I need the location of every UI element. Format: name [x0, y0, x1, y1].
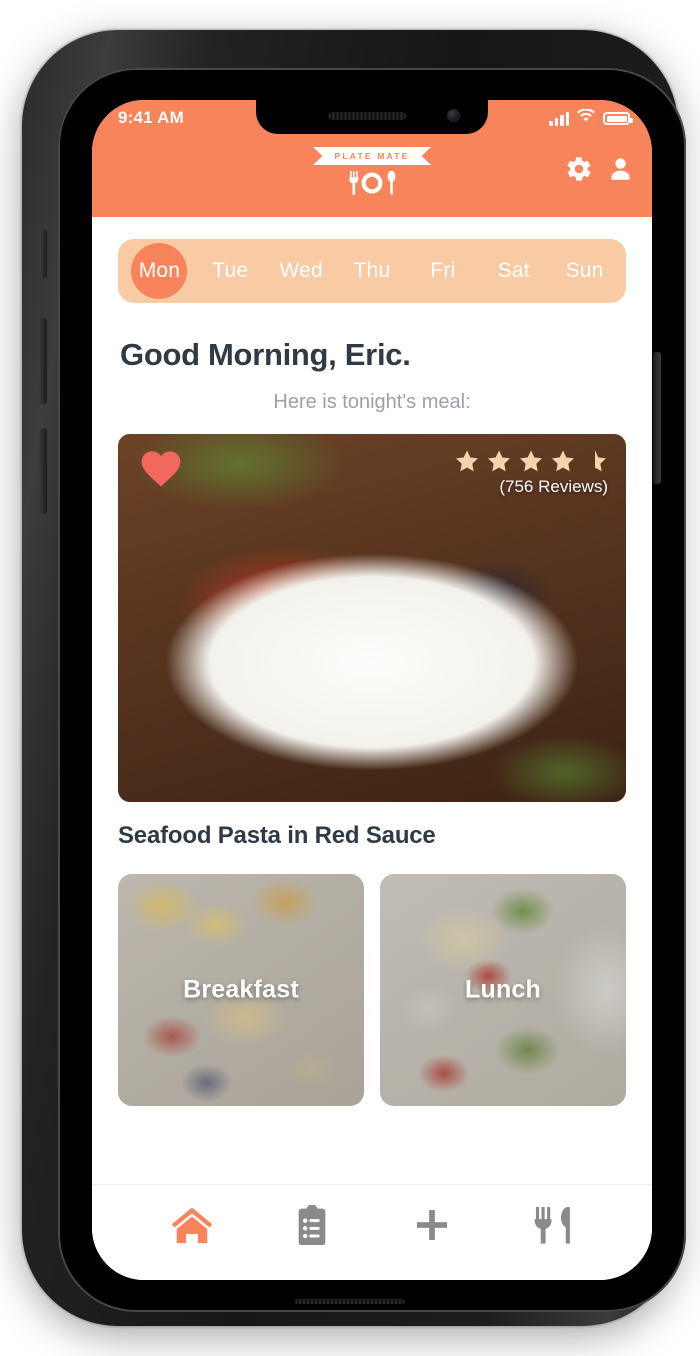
fork-plate-spoon-icon — [313, 169, 431, 197]
nav-meals-button[interactable] — [524, 1201, 580, 1249]
clipboard-list-icon — [295, 1205, 329, 1245]
fork-knife-icon — [534, 1205, 570, 1245]
meal-category-cards: Breakfast Lunch — [118, 874, 626, 1106]
day-chip-sat[interactable]: Sat — [478, 245, 549, 297]
volume-up-button[interactable] — [39, 318, 47, 404]
day-chip-fri[interactable]: Fri — [407, 245, 478, 297]
speaker-grille — [295, 1299, 405, 1304]
phone-screen: 9:41 AM PLATE MATE Mon Tue Wed Thu Fri S… — [92, 100, 652, 1280]
gear-icon[interactable] — [565, 155, 593, 183]
brand-ribbon: PLATE MATE — [313, 147, 431, 165]
star-half-icon — [595, 450, 606, 472]
star-full-icon — [552, 450, 574, 472]
app-header: 9:41 AM PLATE MATE — [92, 100, 652, 217]
meal-card-label: Lunch — [465, 975, 541, 1004]
status-bar-icons — [549, 108, 633, 128]
day-chip-label: Wed — [279, 259, 323, 282]
plus-icon — [412, 1205, 452, 1245]
rating-block: (756 Reviews) — [454, 448, 608, 497]
main-content: Mon Tue Wed Thu Fri Sat Sun Good Morning… — [92, 217, 652, 1184]
person-icon[interactable] — [607, 155, 634, 183]
nav-add-button[interactable] — [404, 1201, 460, 1249]
bottom-navigation — [92, 1184, 652, 1280]
app-logo: PLATE MATE — [313, 147, 431, 197]
app-header-actions — [565, 155, 634, 183]
dish-title: Seafood Pasta in Red Sauce — [118, 822, 436, 849]
wifi-icon — [577, 108, 595, 128]
nav-list-button[interactable] — [284, 1201, 340, 1249]
day-selector[interactable]: Mon Tue Wed Thu Fri Sat Sun — [118, 239, 626, 303]
power-button[interactable] — [653, 352, 661, 484]
earpiece-speaker — [328, 112, 407, 120]
nav-home-button[interactable] — [164, 1201, 220, 1249]
subgreeting-text: Here is tonight's meal: — [273, 391, 471, 413]
day-chip-tue[interactable]: Tue — [195, 245, 266, 297]
mute-switch[interactable] — [40, 230, 47, 278]
day-chip-label: Mon — [138, 259, 181, 282]
cellular-signal-icon — [549, 111, 569, 126]
day-chip-wed[interactable]: Wed — [266, 245, 337, 297]
volume-down-button[interactable] — [39, 428, 47, 514]
star-full-icon — [520, 450, 542, 472]
star-full-icon — [488, 450, 510, 472]
day-chip-sun[interactable]: Sun — [549, 245, 620, 297]
featured-meal-card[interactable]: (756 Reviews) — [118, 434, 626, 802]
meal-card-lunch[interactable]: Lunch — [380, 874, 626, 1106]
day-chip-label: Fri — [430, 259, 456, 282]
day-chip-thu[interactable]: Thu — [337, 245, 408, 297]
day-chip-mon[interactable]: Mon — [124, 245, 195, 297]
day-chip-label: Sat — [497, 259, 530, 282]
day-chip-label: Thu — [353, 259, 391, 282]
meal-card-label: Breakfast — [183, 975, 299, 1004]
greeting-heading: Good Morning, Eric. — [120, 337, 411, 372]
home-icon — [170, 1205, 214, 1245]
day-chip-label: Sun — [565, 259, 604, 282]
review-count-label: (756 Reviews) — [499, 477, 608, 496]
star-rating — [454, 448, 608, 474]
status-bar-time: 9:41 AM — [118, 108, 184, 127]
day-chip-label: Tue — [212, 259, 249, 282]
battery-full-icon — [603, 112, 633, 125]
meal-card-breakfast[interactable]: Breakfast — [118, 874, 364, 1106]
front-camera-icon — [447, 109, 460, 122]
phone-frame: 9:41 AM PLATE MATE Mon Tue Wed Thu Fri S… — [22, 30, 686, 1326]
notch — [256, 100, 488, 134]
heart-icon[interactable] — [140, 450, 182, 493]
star-full-icon — [456, 450, 478, 472]
